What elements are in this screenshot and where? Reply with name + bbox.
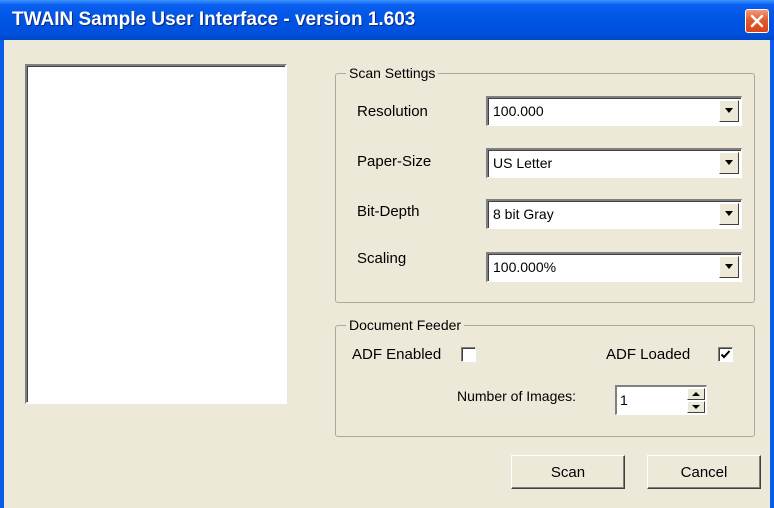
scan-settings-title: Scan Settings: [346, 64, 439, 82]
bit-depth-dropdown-button[interactable]: [719, 203, 739, 225]
chevron-down-icon: [725, 264, 733, 269]
adf-loaded-label: ADF Loaded: [606, 346, 691, 363]
resolution-label: Resolution: [357, 103, 428, 120]
spin-up-button[interactable]: [687, 388, 705, 400]
bit-depth-value: 8 bit Gray: [493, 206, 554, 222]
spin-down-icon: [692, 405, 700, 409]
scaling-value: 100.000%: [493, 259, 557, 275]
checkmark-icon: [720, 350, 731, 359]
window-title: TWAIN Sample User Interface - version 1.…: [12, 9, 416, 30]
adf-enabled-checkbox[interactable]: [461, 347, 476, 362]
number-of-images-value: 1: [620, 392, 628, 408]
document-feeder-title: Document Feeder: [346, 316, 465, 334]
paper-size-dropdown-button[interactable]: [719, 152, 739, 174]
resolution-dropdown-button[interactable]: [719, 100, 739, 122]
paper-size-dropdown[interactable]: US Letter: [486, 148, 742, 178]
chevron-down-icon: [725, 160, 733, 165]
window-border-left: [0, 40, 4, 508]
close-icon: [750, 14, 764, 28]
bit-depth-dropdown[interactable]: 8 bit Gray: [486, 199, 742, 229]
number-of-images-stepper[interactable]: 1: [615, 385, 707, 415]
cancel-button[interactable]: Cancel: [647, 455, 761, 489]
paper-size-label: Paper-Size: [357, 153, 432, 170]
spin-down-button[interactable]: [687, 401, 705, 413]
chevron-down-icon: [725, 211, 733, 216]
scan-button[interactable]: Scan: [511, 455, 625, 489]
adf-enabled-label: ADF Enabled: [352, 346, 442, 363]
scaling-dropdown[interactable]: 100.000%: [486, 252, 742, 282]
scaling-label: Scaling: [357, 250, 407, 267]
scaling-dropdown-button[interactable]: [719, 256, 739, 278]
document-feeder-group: Document Feeder: [335, 316, 755, 437]
title-bar: TWAIN Sample User Interface - version 1.…: [0, 0, 774, 40]
chevron-down-icon: [725, 108, 733, 113]
bit-depth-label: Bit-Depth: [357, 203, 420, 220]
adf-loaded-checkbox[interactable]: [718, 347, 733, 362]
paper-size-value: US Letter: [493, 155, 553, 171]
number-of-images-label: Number of Images:: [457, 388, 577, 404]
resolution-dropdown[interactable]: 100.000: [486, 96, 742, 126]
spin-up-icon: [692, 392, 700, 396]
resolution-value: 100.000: [493, 103, 544, 119]
window-border-right: [770, 40, 774, 508]
scan-preview-area: [25, 64, 287, 404]
close-button[interactable]: [745, 9, 769, 33]
